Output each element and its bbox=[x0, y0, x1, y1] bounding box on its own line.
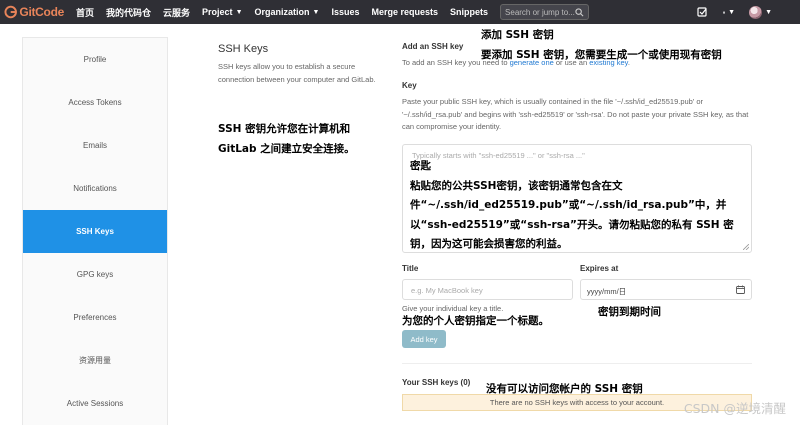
sidebar-item-gpg-keys[interactable]: GPG keys bbox=[23, 253, 167, 296]
nav-home[interactable]: 首页 bbox=[76, 6, 94, 19]
add-key-subtitle-annotation: 要添加 SSH 密钥，您需要生成一个或使用现有密钥 bbox=[481, 49, 722, 61]
logo-text: GitCode bbox=[19, 5, 64, 19]
key-annotation-text: 密匙粘贴您的公共SSH密钥，该密钥通常包含在文件“~/.ssh/id_ed255… bbox=[410, 157, 750, 255]
section-title: SSH Keys bbox=[218, 43, 269, 55]
add-key-title-annotation: 添加 SSH 密钥 bbox=[481, 29, 554, 41]
nav-organization-label: Organization bbox=[254, 7, 310, 17]
sidebar-item-resource-usage[interactable]: 资源用量 bbox=[23, 339, 167, 382]
nav-issues[interactable]: Issues bbox=[331, 7, 359, 17]
create-new-icon[interactable]: ▼ bbox=[723, 6, 735, 18]
description-annotation: SSH 密钥允许您在计算机和GitLab 之间建立安全连接。 bbox=[218, 123, 355, 155]
sidebar-item-access-tokens[interactable]: Access Tokens bbox=[23, 81, 167, 124]
gitcode-logo-icon bbox=[4, 5, 17, 19]
add-key-button[interactable]: Add key bbox=[402, 330, 446, 348]
settings-sidebar: Profile Access Tokens Emails Notificatio… bbox=[22, 37, 168, 425]
sidebar-item-active-sessions[interactable]: Active Sessions bbox=[23, 382, 167, 425]
key-annotation: 密匙粘贴您的公共SSH密钥，该密钥通常包含在文件“~/.ssh/id_ed255… bbox=[410, 157, 750, 255]
key-annotation-body: 粘贴您的公共SSH密钥，该密钥通常包含在文件“~/.ssh/id_ed25519… bbox=[410, 179, 734, 251]
sidebar-item-emails[interactable]: Emails bbox=[23, 124, 167, 167]
calendar-icon[interactable] bbox=[736, 285, 745, 294]
nav-project[interactable]: Project ▼ bbox=[202, 7, 242, 17]
sidebar-item-ssh-keys[interactable]: SSH Keys bbox=[23, 210, 167, 253]
nav-project-label: Project bbox=[202, 7, 233, 17]
chevron-down-icon: ▼ bbox=[235, 8, 243, 16]
nav-cloud[interactable]: 云服务 bbox=[163, 6, 190, 19]
your-keys-heading: Your SSH keys (0) bbox=[402, 378, 471, 387]
nav-organization[interactable]: Organization ▼ bbox=[255, 7, 320, 17]
user-menu[interactable]: ▼ bbox=[749, 5, 772, 19]
expires-annotation: 密钥到期时间 bbox=[598, 306, 661, 318]
search-icon bbox=[575, 7, 584, 16]
title-help-text: Give your individual key a title. bbox=[402, 304, 504, 313]
chevron-down-icon: ▼ bbox=[728, 8, 736, 16]
nav-snippets[interactable]: Snippets bbox=[450, 7, 488, 17]
navbar-right: ▼ ▼ bbox=[697, 0, 800, 24]
key-annotation-heading: 密匙 bbox=[410, 160, 431, 172]
nav-my-repos[interactable]: 我的代码仓 bbox=[106, 6, 151, 19]
chevron-down-icon: ▼ bbox=[765, 8, 772, 16]
nav-merge-requests[interactable]: Merge requests bbox=[371, 7, 438, 17]
watermark: CSDN @逆境清醒 bbox=[683, 401, 786, 416]
expires-label: Expires at bbox=[580, 264, 619, 273]
title-label: Title bbox=[402, 264, 419, 273]
avatar bbox=[749, 5, 763, 19]
expires-placeholder: yyyy/mm/日 bbox=[587, 287, 627, 296]
title-placeholder: e.g. My MacBook key bbox=[411, 286, 483, 295]
sidebar-item-notifications[interactable]: Notifications bbox=[23, 167, 167, 210]
top-navbar: GitCode 首页 我的代码仓 云服务 Project ▼ Organizati… bbox=[0, 0, 800, 24]
sidebar-item-profile[interactable]: Profile bbox=[23, 38, 167, 81]
key-help-text: Paste your public SSH key, which is usua… bbox=[402, 97, 749, 131]
sidebar-item-preferences[interactable]: Preferences bbox=[23, 296, 167, 339]
your-keys-annotation: 没有可以访问您帐户的 SSH 密钥 bbox=[486, 383, 643, 395]
todo-icon[interactable] bbox=[697, 6, 709, 18]
title-input[interactable]: e.g. My MacBook key bbox=[402, 279, 573, 300]
search-input[interactable]: Search or jump to... bbox=[500, 4, 590, 20]
add-key-heading: Add an SSH key bbox=[402, 42, 464, 51]
title-annotation: 为您的个人密钥指定一个标题。 bbox=[402, 315, 549, 327]
search-placeholder: Search or jump to... bbox=[505, 7, 575, 17]
logo[interactable]: GitCode bbox=[4, 5, 64, 19]
expires-date-input[interactable]: yyyy/mm/日 bbox=[580, 279, 752, 300]
key-label: Key bbox=[402, 81, 417, 90]
divider bbox=[402, 363, 752, 364]
chevron-down-icon: ▼ bbox=[312, 8, 320, 16]
section-description: SSH keys allow you to establish a secure… bbox=[218, 62, 376, 84]
